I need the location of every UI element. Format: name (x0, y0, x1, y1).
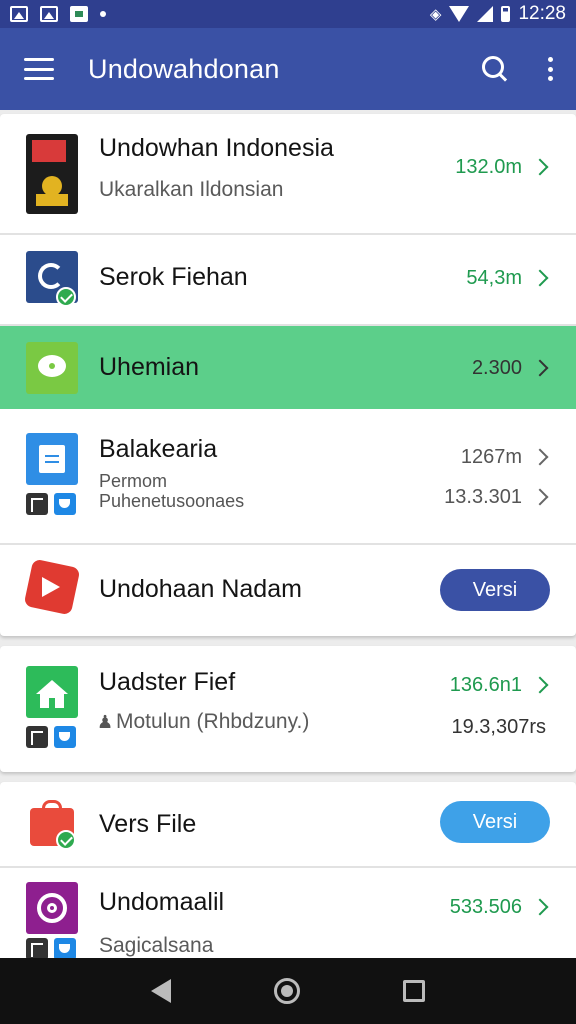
chevron-right-icon (531, 488, 549, 506)
list-item[interactable]: Balakearia Permom Puhenetusoonaes 1267m … (0, 409, 576, 543)
list-item[interactable]: Undowhan Indonesia Ukaralkan Ildonsian 1… (0, 114, 576, 233)
share-icon (26, 938, 48, 960)
item-value: 1267m (460, 446, 522, 468)
notification-dot-icon (100, 11, 106, 17)
item-title: Uhemian (99, 353, 200, 381)
list-item[interactable]: Undomaalil Sagicalsana 533.506 (0, 868, 576, 972)
item-title: Undohaan Nadam (99, 575, 302, 603)
battery-icon (501, 6, 511, 22)
check-badge-icon (56, 287, 76, 307)
system-navigation-bar (0, 958, 576, 1024)
item-value: 13.3.301 (444, 486, 522, 508)
list-item-selected[interactable]: Uhemian 2.300 (0, 326, 576, 409)
list-item[interactable]: Serok Fiehan 54,3m (0, 235, 576, 324)
item-value: 136.6n1 (449, 674, 522, 696)
person-icon: ♟ (97, 712, 114, 732)
page-title: Undowahdonan (88, 53, 280, 84)
image-icon (40, 6, 58, 22)
search-icon[interactable] (482, 56, 508, 82)
more-options-icon[interactable] (548, 57, 554, 81)
item-subtitle: Sagicalsana (99, 934, 214, 957)
chevron-right-icon (531, 158, 549, 176)
item-title: Uadster Fief (99, 668, 236, 696)
twitter-icon (54, 726, 76, 748)
signal-icon (477, 6, 494, 22)
item-subtitle: Ukaralkan Ildonsian (99, 178, 284, 201)
book-cover-thumbnail (26, 134, 78, 214)
item-title: Undomaalil (99, 888, 225, 916)
item-title: Balakearia (99, 435, 218, 463)
list-item[interactable]: Uadster Fief ♟ Motulun (Rhbdzuny.) 136.6… (0, 646, 576, 772)
vibrate-icon: ◈ (429, 6, 442, 23)
map-icon (70, 6, 88, 22)
chevron-right-icon (531, 448, 549, 466)
item-subtitle: Motulun (Rhbdzuny.) (116, 710, 310, 733)
item-value: 54,3m (466, 267, 522, 289)
list-item[interactable]: Vers File Versi (0, 782, 576, 866)
item-value: 533.506 (449, 896, 522, 918)
versi-button[interactable]: Versi (440, 569, 550, 611)
image-icon (10, 6, 28, 22)
app-bar: Undowahdonan (0, 28, 576, 110)
share-icon (26, 726, 48, 748)
item-subtitle: Permom (99, 471, 168, 491)
chevron-right-icon (531, 269, 549, 287)
status-time: 12:28 (518, 3, 566, 24)
chevron-right-icon (531, 676, 549, 694)
twitter-icon (54, 493, 76, 515)
versi-button[interactable]: Versi (440, 801, 550, 843)
item-title: Undowhan Indonesia (99, 134, 334, 162)
menu-icon[interactable] (24, 58, 54, 80)
item-title: Serok Fiehan (99, 263, 248, 291)
chevron-right-icon (531, 359, 549, 377)
share-icon (26, 493, 48, 515)
recent-apps-icon[interactable] (402, 980, 425, 1002)
chat-icon (26, 342, 78, 394)
document-icon (26, 433, 78, 485)
status-bar: ◈ 12:28 (0, 0, 576, 28)
chevron-right-icon (531, 898, 549, 916)
item-value: 19.3,307rs (451, 716, 546, 738)
check-badge-icon (56, 830, 76, 850)
video-shield-icon (23, 558, 81, 616)
back-icon[interactable] (151, 979, 172, 1003)
item-subtitle: Puhenetusoonaes (99, 491, 245, 511)
list-card: Uadster Fief ♟ Motulun (Rhbdzuny.) 136.6… (0, 646, 576, 772)
wifi-icon (449, 6, 470, 22)
at-sign-icon (26, 882, 78, 934)
item-value: 132.0m (455, 156, 522, 178)
twitter-icon (54, 938, 76, 960)
list-item[interactable]: Undohaan Nadam Versi (0, 545, 576, 636)
list-card: Undowhan Indonesia Ukaralkan Ildonsian 1… (0, 114, 576, 636)
list-card: Vers File Versi Undomaalil Sagicalsana 5… (0, 782, 576, 972)
home-icon[interactable] (273, 978, 300, 1004)
house-icon (26, 666, 78, 718)
item-title: Vers File (99, 810, 197, 838)
item-value: 2.300 (471, 357, 522, 379)
